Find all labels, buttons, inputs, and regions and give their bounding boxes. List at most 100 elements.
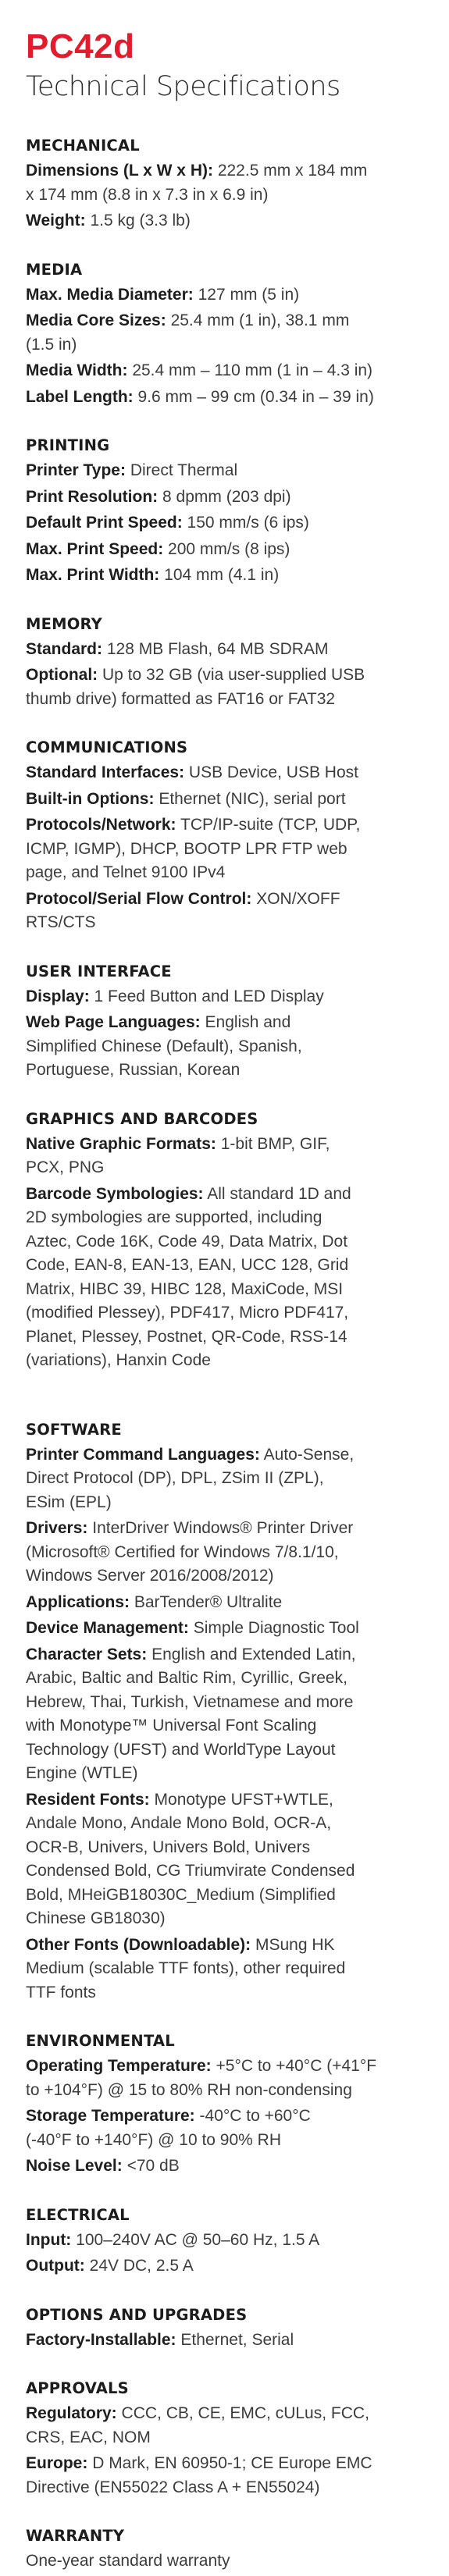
spec-item: Printer Command Languages: Auto-Sense, D… bbox=[26, 1443, 432, 1515]
spec-item: Operating Temperature: +5°C to +40°C (+4… bbox=[26, 2055, 432, 2102]
spec-label: Device Management: bbox=[26, 1619, 189, 1637]
section-printing: PRINTING Printer Type: Direct Thermal Prin… bbox=[26, 436, 432, 588]
spec-label: Resident Fonts: bbox=[26, 1790, 150, 1809]
section-title: MECHANICAL bbox=[26, 137, 140, 155]
spec-item: Protocols/Network: TCP/IP-suite (TCP, UD… bbox=[26, 813, 432, 885]
section-media: MEDIA Max. Media Diameter: 127 mm (5 in) M… bbox=[26, 260, 432, 410]
spec-label: Europe: bbox=[26, 2454, 88, 2472]
spec-label: Media Core Sizes: bbox=[26, 311, 166, 329]
spec-value: USB Device, USB Host bbox=[188, 763, 358, 781]
spec-item: Dimensions (L x W x H): 222.5 mm x 184 m… bbox=[26, 159, 432, 207]
spec-item: Weight: 1.5 kg (3.3 lb) bbox=[26, 209, 432, 233]
spec-label: Display: bbox=[26, 987, 90, 1005]
spec-label: Regulatory: bbox=[26, 2404, 117, 2422]
section-title: WARRANTY bbox=[26, 2527, 125, 2545]
spec-item: Other Fonts (Downloadable): MSung HK Med… bbox=[26, 1934, 432, 2005]
spec-item: Applications: BarTender® Ultralite bbox=[26, 1591, 432, 1615]
spec-value: Ethernet (NIC), serial port bbox=[159, 789, 346, 808]
spec-label: Output: bbox=[26, 2257, 85, 2275]
spec-value: 1.5 kg (3.3 lb) bbox=[90, 212, 191, 229]
spec-value: English and Extended Latin, Arabic, Balt… bbox=[26, 1645, 356, 1783]
spec-label: Standard: bbox=[26, 639, 103, 658]
section-environmental: ENVIRONMENTAL Operating Temperature: +5°C… bbox=[26, 2031, 432, 2179]
spec-value: 1 Feed Button and LED Display bbox=[94, 987, 324, 1005]
spec-value: Monotype UFST+WTLE, Andale Mono, Andale … bbox=[26, 1790, 355, 1928]
section-electrical: ELECTRICAL Input: 100–240V AC @ 50–60 Hz,… bbox=[26, 2205, 432, 2279]
section-title: MEMORY bbox=[26, 614, 102, 633]
section-title: COMMUNICATIONS bbox=[26, 738, 188, 756]
section-warranty: WARRANTY One-year standard warranty bbox=[26, 2526, 432, 2574]
spec-item: Display: 1 Feed Button and LED Display bbox=[26, 985, 432, 1009]
spec-item: Printer Type: Direct Thermal bbox=[26, 459, 432, 483]
section-title: MEDIA bbox=[26, 260, 83, 279]
spec-label: Applications: bbox=[26, 1592, 130, 1611]
section-title: OPTIONS AND UPGRADES bbox=[26, 2305, 248, 2324]
spec-label: Print Resolution: bbox=[26, 487, 159, 506]
spec-label: Factory-Installable: bbox=[26, 2330, 176, 2349]
section-title: ELECTRICAL bbox=[26, 2205, 130, 2224]
section-title: APPROVALS bbox=[26, 2379, 129, 2397]
spec-value: Ethernet, Serial bbox=[180, 2330, 294, 2349]
spec-item: Media Core Sizes: 25.4 mm (1 in), 38.1 m… bbox=[26, 309, 432, 357]
document-title: Technical Specifications bbox=[26, 71, 340, 102]
spec-item: Standard Interfaces: USB Device, USB Hos… bbox=[26, 761, 432, 785]
spec-value: 25.4 mm – 110 mm (1 in – 4.3 in) bbox=[132, 361, 373, 379]
spec-value: 127 mm (5 in) bbox=[198, 285, 300, 304]
spec-label: Label Length: bbox=[26, 387, 134, 406]
spec-item: Output: 24V DC, 2.5 A bbox=[26, 2254, 432, 2279]
spec-label: Input: bbox=[26, 2230, 72, 2249]
spec-label: Drivers: bbox=[26, 1519, 88, 1537]
spec-value: 104 mm (4.1 in) bbox=[164, 566, 280, 584]
spec-label: Native Graphic Formats: bbox=[26, 1134, 216, 1153]
section-title: ENVIRONMENTAL bbox=[26, 2032, 175, 2050]
spec-item: Max. Print Width: 104 mm (4.1 in) bbox=[26, 564, 432, 588]
spec-item: Print Resolution: 8 dpmm (203 dpi) bbox=[26, 486, 432, 510]
spec-item: Europe: D Mark, EN 60950-1; CE Europe EM… bbox=[26, 2452, 432, 2500]
spec-label: Optional: bbox=[26, 666, 98, 684]
spec-value: Simple Diagnostic Tool bbox=[193, 1619, 359, 1637]
spec-item: Built-in Options: Ethernet (NIC), serial… bbox=[26, 788, 432, 812]
spec-item: Noise Level: <70 dB bbox=[26, 2154, 432, 2179]
section-memory: MEMORY Standard: 128 MB Flash, 64 MB SDRA… bbox=[26, 614, 432, 712]
section-communications: COMMUNICATIONS Standard Interfaces: USB D… bbox=[26, 738, 432, 935]
section-title: USER INTERFACE bbox=[26, 962, 172, 980]
spec-label: Max. Print Width: bbox=[26, 566, 160, 584]
spec-item: Standard: 128 MB Flash, 64 MB SDRAM bbox=[26, 638, 432, 662]
spec-value: 9.6 mm – 99 cm (0.34 in – 39 in) bbox=[137, 387, 374, 406]
spec-value: One-year standard warranty bbox=[26, 2552, 230, 2570]
spec-label: Standard Interfaces: bbox=[26, 763, 185, 781]
spec-item: Device Management: Simple Diagnostic Too… bbox=[26, 1617, 432, 1641]
spec-sheet: PC42d Technical Specifications MECHANICA… bbox=[26, 30, 432, 2576]
spec-item: Web Page Languages: English and Simplifi… bbox=[26, 1011, 432, 1083]
section-title: GRAPHICS AND BARCODES bbox=[26, 1109, 258, 1128]
spec-item: Label Length: 9.6 mm – 99 cm (0.34 in – … bbox=[26, 386, 432, 410]
spec-item: Max. Print Speed: 200 mm/s (8 ips) bbox=[26, 538, 432, 562]
spec-item: Optional: Up to 32 GB (via user-supplied… bbox=[26, 664, 432, 711]
spec-item: Character Sets: English and Extended Lat… bbox=[26, 1643, 432, 1786]
spec-item: One-year standard warranty bbox=[26, 2549, 432, 2574]
spec-item: Media Width: 25.4 mm – 110 mm (1 in – 4.… bbox=[26, 359, 432, 383]
spec-value: BarTender® Ultralite bbox=[134, 1592, 283, 1611]
spec-item: Barcode Symbologies: All standard 1D and… bbox=[26, 1183, 432, 1373]
spec-value: <70 dB bbox=[127, 2157, 180, 2175]
spec-label: Printer Command Languages: bbox=[26, 1445, 260, 1464]
spec-value: Direct Thermal bbox=[130, 461, 238, 479]
spec-value: 200 mm/s (8 ips) bbox=[168, 539, 290, 558]
spec-label: Media Width: bbox=[26, 361, 128, 379]
section-software: SOFTWARE Printer Command Languages: Auto-… bbox=[26, 1420, 432, 2005]
section-graphics-and-barcodes: GRAPHICS AND BARCODES Native Graphic Form… bbox=[26, 1109, 432, 1373]
spec-label: Max. Media Diameter: bbox=[26, 285, 194, 304]
spec-item: Drivers: InterDriver Windows® Printer Dr… bbox=[26, 1517, 432, 1589]
spec-item: Input: 100–240V AC @ 50–60 Hz, 1.5 A bbox=[26, 2229, 432, 2253]
spec-item: Protocol/Serial Flow Control: XON/XOFF R… bbox=[26, 888, 432, 935]
spec-item: Regulatory: CCC, CB, CE, EMC, cULus, FCC… bbox=[26, 2402, 432, 2450]
spec-item: Max. Media Diameter: 127 mm (5 in) bbox=[26, 283, 432, 308]
spec-label: Dimensions (L x W x H): bbox=[26, 162, 213, 180]
section-user-interface: USER INTERFACE Display: 1 Feed Button and… bbox=[26, 962, 432, 1083]
spec-label: Noise Level: bbox=[26, 2157, 123, 2175]
section-title: SOFTWARE bbox=[26, 1420, 122, 1439]
section-title: PRINTING bbox=[26, 436, 110, 454]
spec-sections: MECHANICAL Dimensions (L x W x H): 222.5 … bbox=[26, 136, 432, 2574]
spec-value: 8 dpmm (203 dpi) bbox=[162, 487, 291, 506]
spec-value: All standard 1D and 2D symbologies are s… bbox=[26, 1184, 351, 1370]
